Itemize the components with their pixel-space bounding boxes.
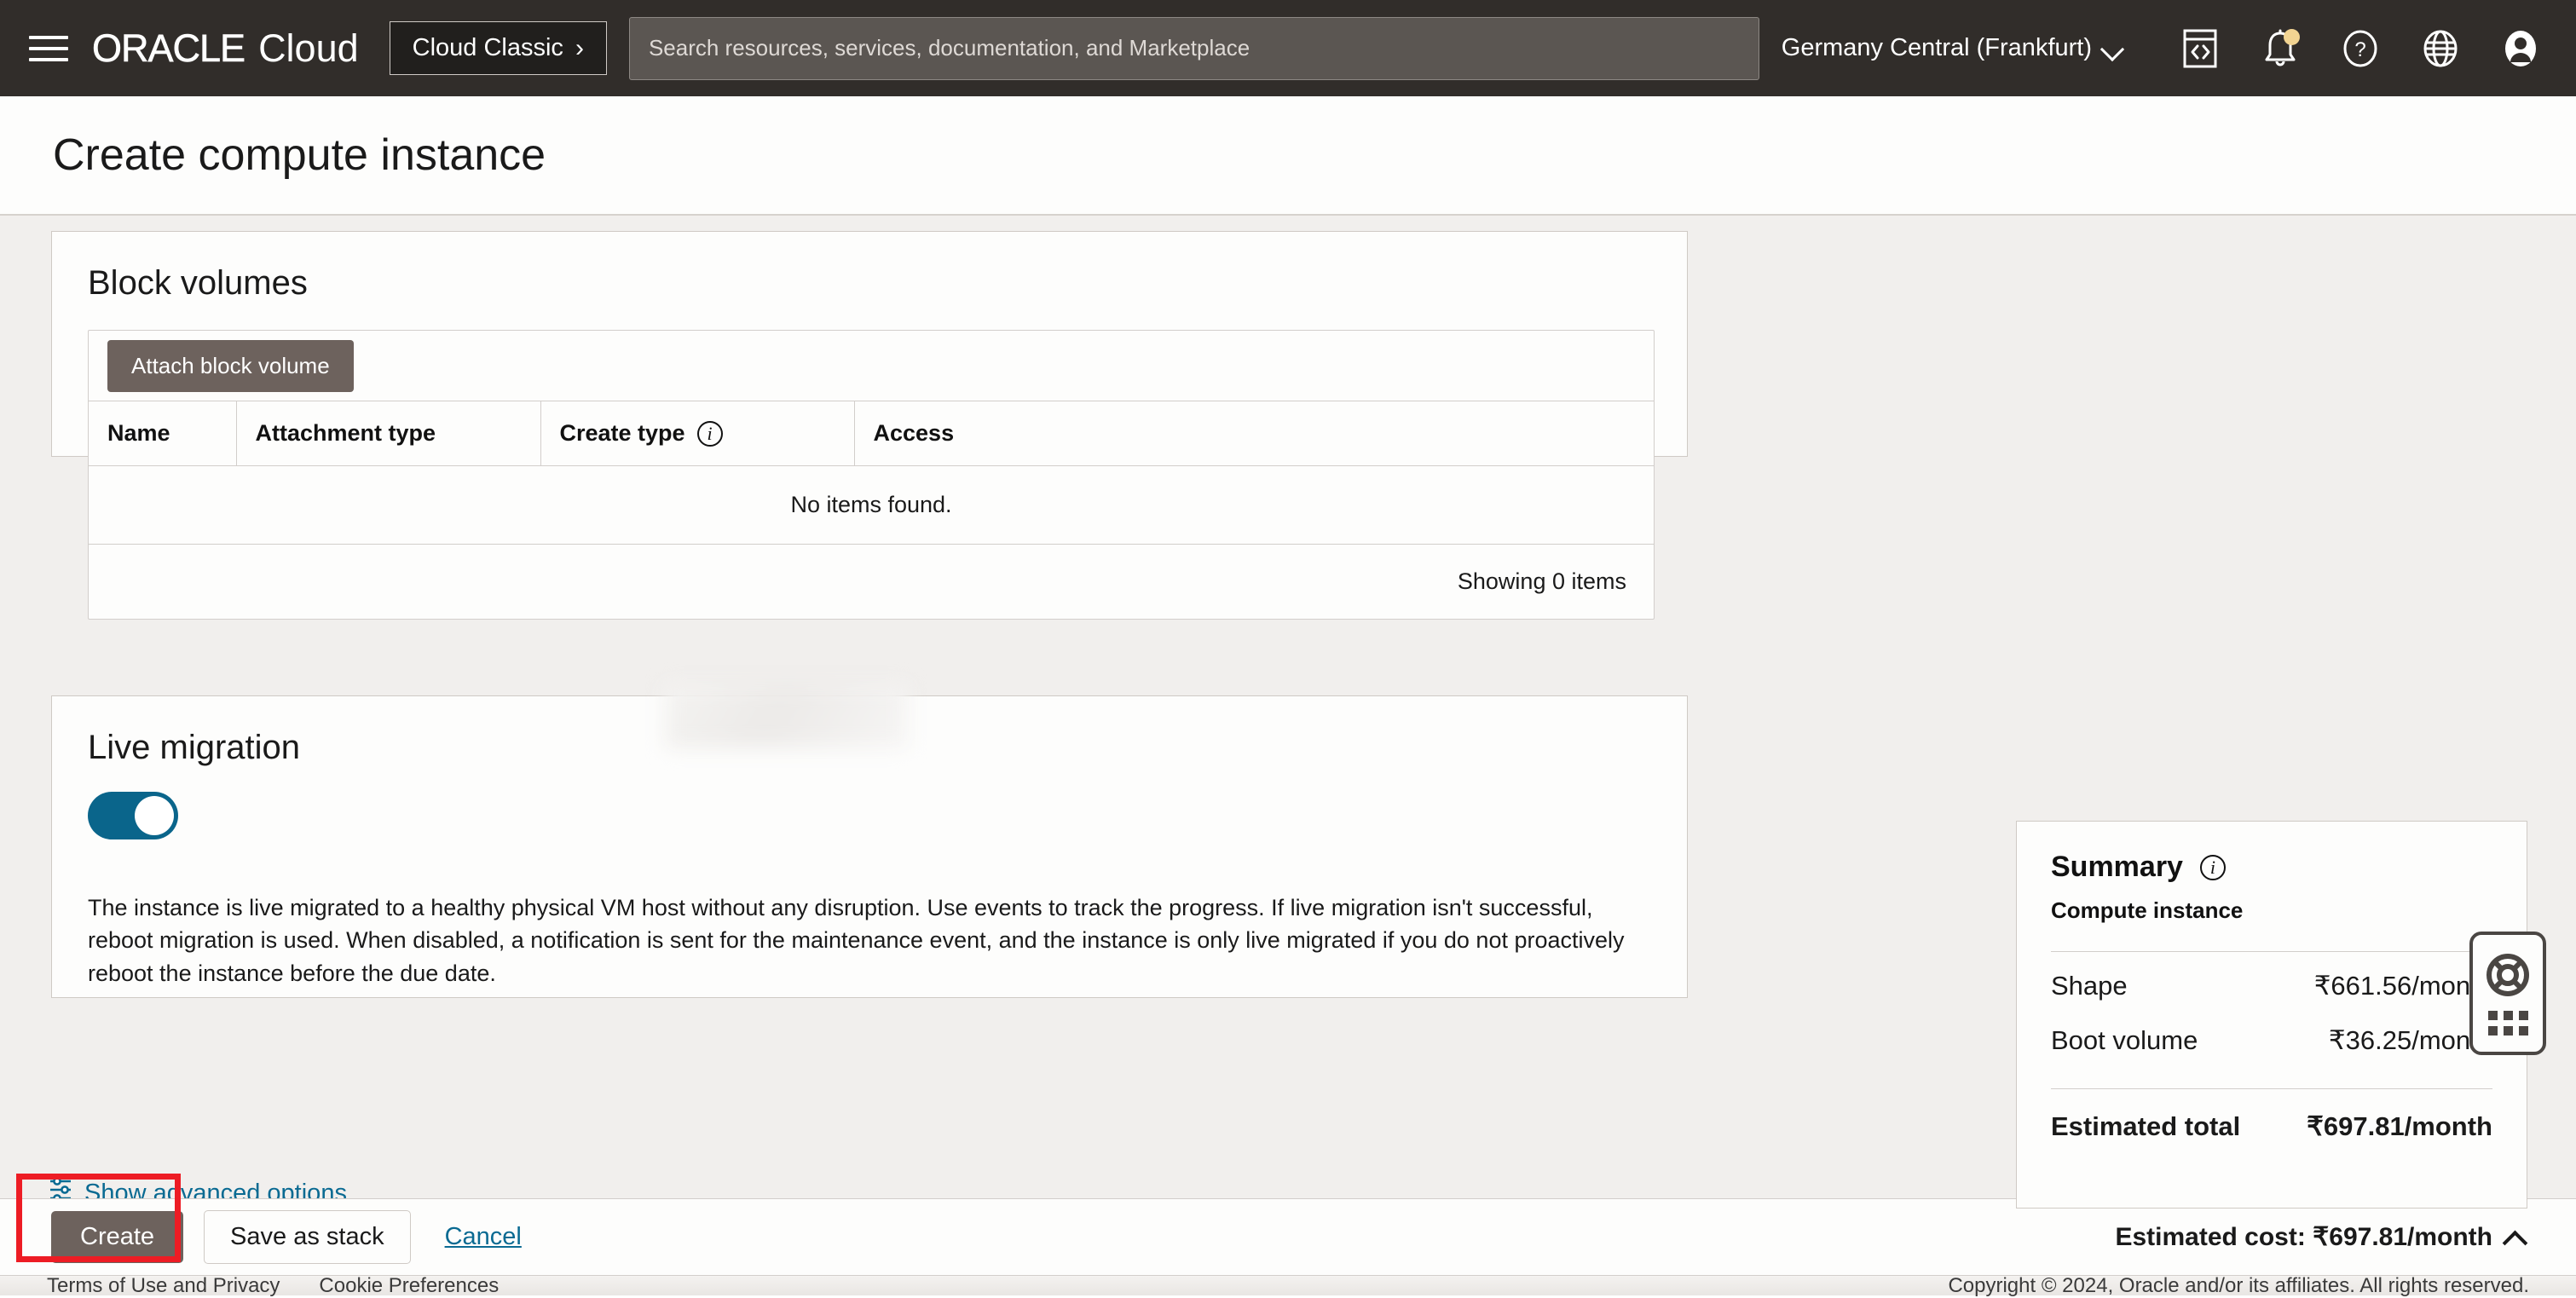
showing-items-count: Showing 0 items xyxy=(89,545,1654,620)
block-volumes-toolbar: Attach block volume xyxy=(89,331,1654,401)
estimated-cost-toggle[interactable]: Estimated cost: ₹697.81/month xyxy=(2115,1222,2525,1252)
summary-row-value: ₹36.25/month xyxy=(2329,1025,2492,1056)
live-migration-heading: Live migration xyxy=(88,729,1687,767)
nav-right-cluster: Germany Central (Frankfurt) ? xyxy=(1782,17,2561,80)
column-label-name: Name xyxy=(107,420,170,447)
notifications-bell-icon[interactable] xyxy=(2249,17,2312,80)
column-label-access: Access xyxy=(874,420,955,447)
brand-cloud-text: Cloud xyxy=(258,26,359,71)
save-as-stack-button[interactable]: Save as stack xyxy=(204,1210,411,1264)
cancel-link[interactable]: Cancel xyxy=(445,1223,522,1251)
hamburger-menu-icon[interactable] xyxy=(29,32,70,66)
block-volumes-table: Name Attachment type Create type i xyxy=(89,401,1654,619)
summary-row-boot-volume: Boot volume ₹36.25/month xyxy=(2051,1007,2492,1061)
estimated-total-label: Estimated total xyxy=(2051,1111,2240,1142)
action-bar: Create Save as stack Cancel Estimated co… xyxy=(0,1198,2576,1275)
table-empty-row: No items found. xyxy=(89,466,1654,545)
summary-title: Summary xyxy=(2051,851,2183,884)
info-icon[interactable]: i xyxy=(697,421,723,447)
column-header-attachment-type: Attachment type xyxy=(236,401,540,466)
summary-card: Summary i Compute instance Shape ₹661.56… xyxy=(2016,821,2527,1209)
code-editor-icon[interactable] xyxy=(2169,17,2232,80)
info-icon[interactable]: i xyxy=(2200,855,2226,880)
language-globe-icon[interactable] xyxy=(2409,17,2472,80)
terms-of-use-link[interactable]: Terms of Use and Privacy xyxy=(47,1274,280,1298)
user-avatar-icon[interactable] xyxy=(2489,17,2552,80)
search-container xyxy=(607,17,1782,80)
toggle-knob xyxy=(135,796,174,835)
lifebuoy-icon xyxy=(2484,951,2532,1003)
create-button[interactable]: Create xyxy=(51,1211,183,1263)
summary-row-estimated-total: Estimated total ₹697.81/month xyxy=(2051,1089,2492,1147)
column-header-name: Name xyxy=(89,401,236,466)
notification-badge-dot xyxy=(2284,29,2300,45)
top-navigation-bar: ORACLE Cloud Cloud Classic › Germany Cen… xyxy=(0,0,2576,96)
svg-text:?: ? xyxy=(2354,38,2365,61)
live-migration-description: The instance is live migrated to a healt… xyxy=(88,891,1646,989)
column-header-access: Access xyxy=(854,401,1654,466)
chevron-up-icon xyxy=(2506,1229,2525,1246)
brand-oracle-text: ORACLE xyxy=(92,26,245,71)
block-volumes-panel: Block volumes Attach block volume Name A… xyxy=(51,231,1688,457)
help-question-icon[interactable]: ? xyxy=(2329,17,2392,80)
column-label-create-type: Create type xyxy=(560,420,685,447)
search-input[interactable] xyxy=(629,17,1759,80)
page-footer: Terms of Use and Privacy Cookie Preferen… xyxy=(0,1275,2576,1295)
cloud-classic-button[interactable]: Cloud Classic › xyxy=(390,21,607,75)
block-volumes-table-card: Attach block volume Name Attachment type xyxy=(88,330,1655,620)
summary-row-label: Shape xyxy=(2051,971,2128,1001)
table-header-row: Name Attachment type Create type i xyxy=(89,401,1654,466)
estimated-total-value: ₹697.81/month xyxy=(2307,1111,2492,1142)
cloud-classic-label: Cloud Classic xyxy=(413,34,563,62)
column-label-attachment-type: Attachment type xyxy=(256,420,436,447)
live-migration-panel: Live migration The instance is live migr… xyxy=(51,695,1688,998)
summary-row-value: ₹661.56/month xyxy=(2314,971,2492,1001)
live-migration-toggle[interactable] xyxy=(88,792,178,839)
column-header-create-type: Create type i xyxy=(540,401,854,466)
chevron-right-icon: › xyxy=(575,36,584,61)
chevron-down-icon xyxy=(2104,39,2123,58)
estimated-cost-label: Estimated cost: ₹697.81/month xyxy=(2115,1222,2492,1252)
region-label: Germany Central (Frankfurt) xyxy=(1782,34,2092,62)
page-title-bar: Create compute instance xyxy=(0,96,2576,216)
summary-row-shape: Shape ₹661.56/month xyxy=(2051,952,2492,1007)
footer-links: Terms of Use and Privacy Cookie Preferen… xyxy=(47,1274,499,1298)
help-widget[interactable] xyxy=(2469,932,2546,1055)
region-selector[interactable]: Germany Central (Frankfurt) xyxy=(1782,34,2123,62)
summary-subtitle: Compute instance xyxy=(2051,897,2492,924)
page-title: Create compute instance xyxy=(53,130,546,181)
summary-header: Summary i xyxy=(2051,851,2492,884)
summary-row-label: Boot volume xyxy=(2051,1025,2198,1056)
drag-handle-dots-icon[interactable] xyxy=(2488,1011,2528,1036)
empty-state-message: No items found. xyxy=(89,466,1654,545)
cookie-preferences-link[interactable]: Cookie Preferences xyxy=(319,1274,499,1298)
table-footer-row: Showing 0 items xyxy=(89,545,1654,620)
attach-block-volume-button[interactable]: Attach block volume xyxy=(107,340,354,392)
oracle-cloud-logo[interactable]: ORACLE Cloud xyxy=(92,26,359,71)
block-volumes-heading: Block volumes xyxy=(88,264,1687,303)
copyright-text: Copyright © 2024, Oracle and/or its affi… xyxy=(1948,1274,2529,1298)
